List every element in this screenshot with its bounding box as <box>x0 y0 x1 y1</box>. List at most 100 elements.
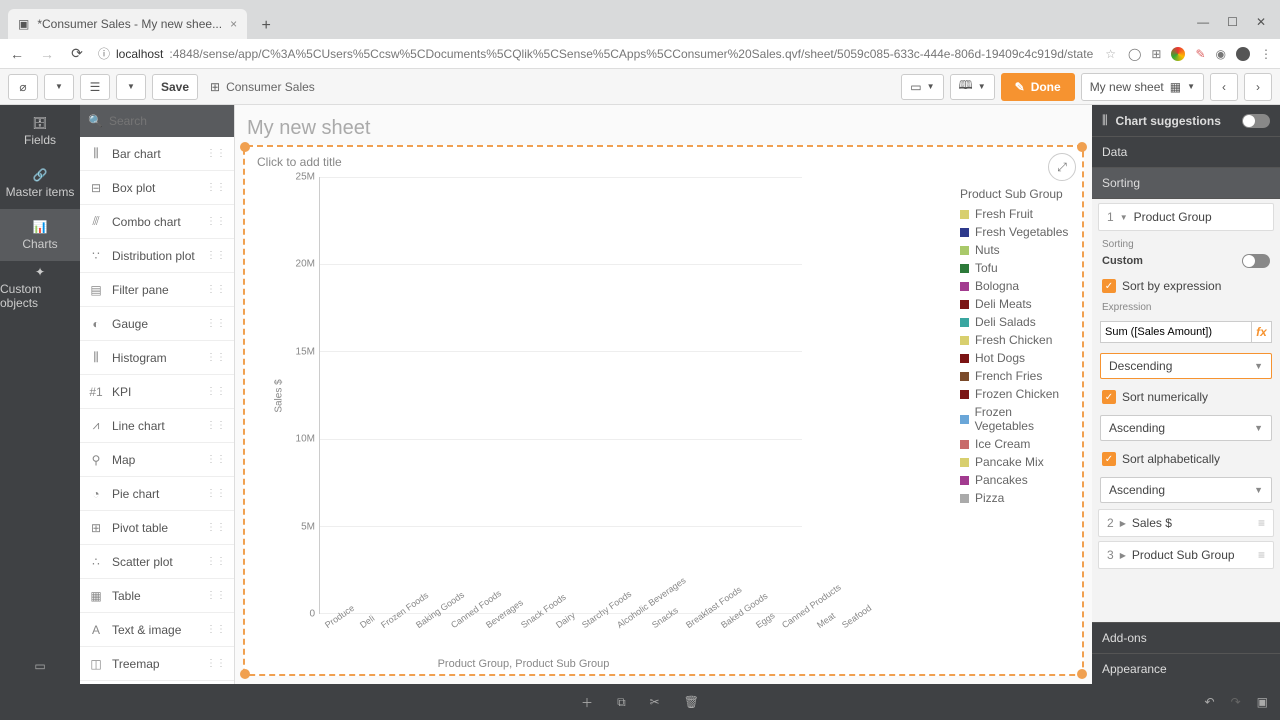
menu-icon[interactable]: ⋮ <box>1260 47 1272 61</box>
asset-item[interactable]: ⫼Bar chart⋮⋮ <box>80 137 234 171</box>
expression-order-dropdown[interactable]: Descending▼ <box>1100 353 1272 379</box>
viz-title-placeholder[interactable]: Click to add title <box>245 147 1082 177</box>
legend-item[interactable]: Pancake Mix <box>960 455 1070 469</box>
forward-icon[interactable]: → <box>38 46 56 62</box>
asset-item[interactable]: AText & image⋮⋮ <box>80 613 234 647</box>
resize-handle[interactable] <box>1077 142 1087 152</box>
rail-collapse-button[interactable]: ▭ <box>0 648 80 684</box>
browser-tab[interactable]: ▣ *Consumer Sales - My new shee... × <box>8 9 247 39</box>
minimize-icon[interactable]: — <box>1197 15 1209 29</box>
copy-icon[interactable]: ⧉ <box>617 695 626 710</box>
grip-icon[interactable]: ⋮⋮ <box>206 454 226 465</box>
grip-icon[interactable]: ⋮⋮ <box>206 216 226 227</box>
close-window-icon[interactable]: ✕ <box>1256 15 1266 29</box>
asset-item[interactable]: ∵Distribution plot⋮⋮ <box>80 239 234 273</box>
grip-icon[interactable]: ⋮⋮ <box>206 658 226 669</box>
prev-sheet-button[interactable]: ‹ <box>1210 73 1238 101</box>
legend-item[interactable]: Bologna <box>960 279 1070 293</box>
grip-icon[interactable]: ⋮⋮ <box>206 352 226 363</box>
rail-master-items[interactable]: 🔗Master items <box>0 157 80 209</box>
asset-item[interactable]: #1KPI⋮⋮ <box>80 375 234 409</box>
grip-icon[interactable]: ⋮⋮ <box>206 488 226 499</box>
canvas[interactable]: My new sheet Click to add title ⤢ Sales … <box>235 105 1092 684</box>
section-sorting[interactable]: Sorting <box>1092 168 1280 199</box>
grip-icon[interactable]: ⋮⋮ <box>206 420 226 431</box>
legend-item[interactable]: Deli Salads <box>960 315 1070 329</box>
maximize-icon[interactable]: ☐ <box>1227 15 1238 29</box>
asset-item[interactable]: ⫻Combo chart⋮⋮ <box>80 205 234 239</box>
asset-item[interactable]: ▤Filter pane⋮⋮ <box>80 273 234 307</box>
device-preview-button[interactable]: ▭ ▼ <box>901 74 943 100</box>
grip-icon[interactable]: ⋮⋮ <box>206 386 226 397</box>
section-addons[interactable]: Add-ons <box>1092 622 1280 653</box>
asset-item[interactable]: ⊟Box plot⋮⋮ <box>80 171 234 205</box>
asset-item[interactable]: ⫼Histogram⋮⋮ <box>80 341 234 375</box>
drag-icon[interactable]: ≡ <box>1258 548 1265 562</box>
view-caret[interactable]: ▼ <box>116 74 146 100</box>
drag-icon[interactable]: ≡ <box>1258 516 1265 530</box>
asset-item[interactable]: ◐Gauge⋮⋮ <box>80 307 234 341</box>
checkbox-checked-icon[interactable]: ✓ <box>1102 452 1116 466</box>
alpha-order-dropdown[interactable]: Ascending▼ <box>1100 477 1272 503</box>
sort-item-3[interactable]: 3 ▶ Product Sub Group ≡ <box>1098 541 1274 569</box>
sheet-title[interactable]: My new sheet <box>243 113 1084 148</box>
expression-input[interactable] <box>1100 321 1252 343</box>
checkbox-checked-icon[interactable]: ✓ <box>1102 390 1116 404</box>
resize-handle[interactable] <box>240 142 250 152</box>
grip-icon[interactable]: ⋮⋮ <box>206 522 226 533</box>
asset-item[interactable]: ▦Table⋮⋮ <box>80 579 234 613</box>
cut-icon[interactable]: ✂ <box>650 695 660 709</box>
redo-icon[interactable]: ↷ <box>1231 695 1241 709</box>
star-icon[interactable]: ☆ <box>1105 47 1116 61</box>
back-icon[interactable]: ← <box>8 46 26 62</box>
asset-item[interactable]: ◔Pie chart⋮⋮ <box>80 477 234 511</box>
grip-icon[interactable]: ⋮⋮ <box>206 624 226 635</box>
bookmark-button[interactable]: 🕮 ▼ <box>950 74 995 100</box>
grip-icon[interactable]: ⋮⋮ <box>206 250 226 261</box>
grip-icon[interactable]: ⋮⋮ <box>206 284 226 295</box>
ext-icon[interactable]: ◯ <box>1128 47 1141 61</box>
undo-icon[interactable]: ↶ <box>1205 695 1215 709</box>
grip-icon[interactable]: ⋮⋮ <box>206 182 226 193</box>
delete-icon[interactable]: 🗑 <box>684 695 699 709</box>
sheet-selector[interactable]: My new sheet ▦▼ <box>1081 73 1204 101</box>
legend-item[interactable]: Ice Cream <box>960 437 1070 451</box>
rail-charts[interactable]: 📊Charts <box>0 209 80 261</box>
done-button[interactable]: ✎Done <box>1001 73 1075 101</box>
legend-item[interactable]: Frozen Chicken <box>960 387 1070 401</box>
next-sheet-button[interactable]: › <box>1244 73 1272 101</box>
legend-item[interactable]: Nuts <box>960 243 1070 257</box>
legend-item[interactable]: Fresh Fruit <box>960 207 1070 221</box>
save-button[interactable]: Save <box>152 74 198 100</box>
reload-icon[interactable]: ⟳ <box>68 45 86 62</box>
profile-avatar[interactable] <box>1236 47 1250 61</box>
suggestions-toggle[interactable] <box>1242 114 1270 128</box>
sort-by-expression-row[interactable]: ✓ Sort by expression <box>1092 274 1280 298</box>
sort-item-1[interactable]: 1 ▼ Product Group <box>1098 203 1274 231</box>
section-appearance[interactable]: Appearance <box>1092 653 1280 684</box>
visualization[interactable]: Click to add title ⤢ Sales $ 05M10M15M20… <box>243 145 1084 676</box>
sort-item-2[interactable]: 2 ▶ Sales $ ≡ <box>1098 509 1274 537</box>
expand-icon[interactable]: ⤢ <box>1048 153 1076 181</box>
new-tab-button[interactable]: + <box>253 13 279 39</box>
resize-handle[interactable] <box>240 669 250 679</box>
resize-handle[interactable] <box>1077 669 1087 679</box>
asset-item[interactable]: ∴Scatter plot⋮⋮ <box>80 545 234 579</box>
legend-item[interactable]: Frozen Vegetables <box>960 405 1070 433</box>
ext-icon[interactable]: ⊞ <box>1151 47 1161 61</box>
numeric-order-dropdown[interactable]: Ascending▼ <box>1100 415 1272 441</box>
legend-item[interactable]: Pizza <box>960 491 1070 505</box>
legend-item[interactable]: Fresh Chicken <box>960 333 1070 347</box>
add-icon[interactable]: ＋ <box>581 694 593 711</box>
grip-icon[interactable]: ⋮⋮ <box>206 148 226 159</box>
ext-icon[interactable]: ◉ <box>1216 47 1226 61</box>
ext-icon[interactable] <box>1171 47 1185 61</box>
sort-numerically-row[interactable]: ✓ Sort numerically <box>1092 385 1280 409</box>
fullscreen-icon[interactable]: ▣ <box>1257 695 1268 709</box>
legend-item[interactable]: Tofu <box>960 261 1070 275</box>
asset-item[interactable]: ⩘Line chart⋮⋮ <box>80 409 234 443</box>
grip-icon[interactable]: ⋮⋮ <box>206 590 226 601</box>
legend-item[interactable]: Fresh Vegetables <box>960 225 1070 239</box>
view-button[interactable]: ☰ <box>80 74 110 100</box>
sort-alphabetically-row[interactable]: ✓ Sort alphabetically <box>1092 447 1280 471</box>
